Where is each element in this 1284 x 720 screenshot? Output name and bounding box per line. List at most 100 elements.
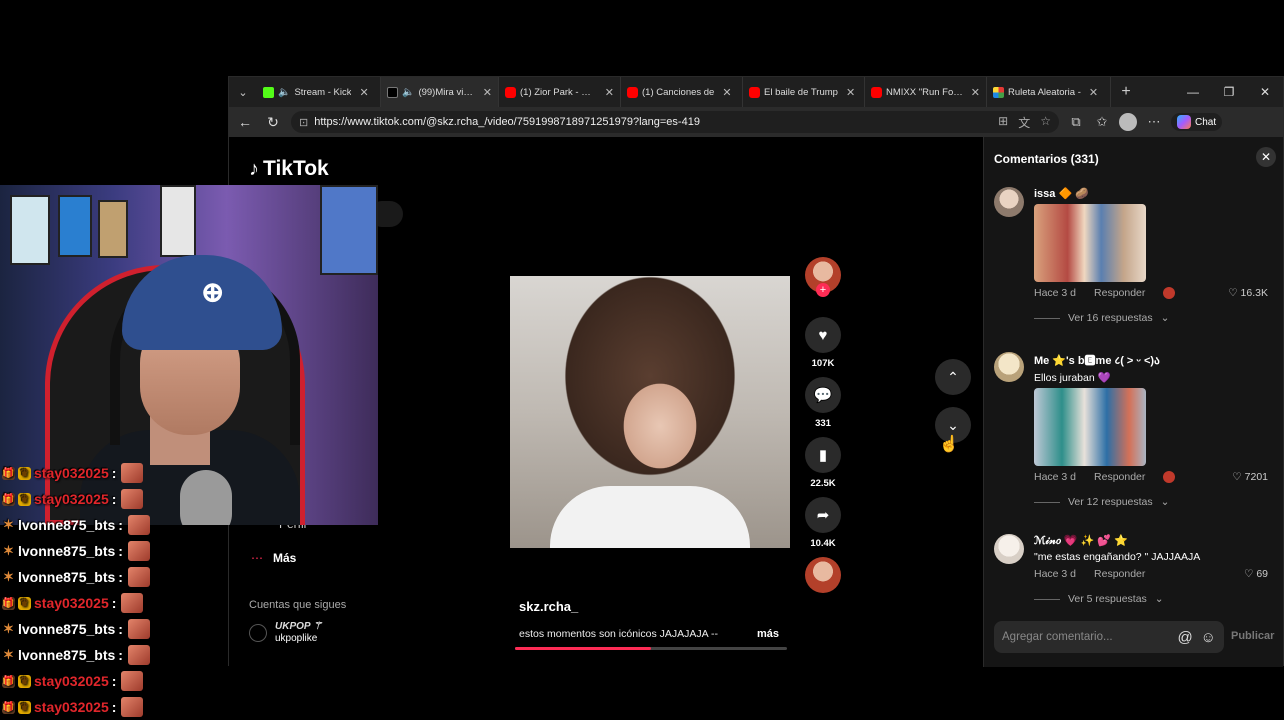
browser-tab[interactable]: NMIXX "Run For Ro ✕ [865, 77, 987, 107]
speaker-icon[interactable]: 🔈 [278, 87, 290, 98]
copilot-icon [1177, 115, 1191, 129]
new-tab-button[interactable]: + [1111, 83, 1141, 101]
site-info-icon[interactable]: ⊡ [299, 116, 308, 129]
profile-avatar[interactable] [1119, 113, 1137, 131]
close-tab-icon[interactable]: ✕ [359, 86, 368, 99]
browser-tab[interactable]: (1) Zior Park - KEEP ✕ [499, 77, 621, 107]
chat-username[interactable]: stay032025 [34, 595, 109, 611]
reply-button[interactable]: Responder [1094, 287, 1145, 299]
app-available-icon[interactable]: ⊞ [998, 114, 1008, 131]
chat-separator: : [111, 491, 117, 507]
comment-like-button[interactable]: ♡ 69 [1244, 568, 1268, 580]
bookmark-icon[interactable]: ▮ [805, 437, 841, 473]
share-arrow-icon[interactable]: ➦ [805, 497, 841, 533]
browser-tab-title: Stream - Kick [294, 86, 352, 98]
chat-username[interactable]: lvonne875_bts [18, 569, 115, 585]
commenter-avatar[interactable] [994, 352, 1024, 382]
tab-list-icon[interactable]: ⌄ [229, 77, 257, 107]
view-replies-button[interactable]: Ver 5 respuestas ⌄ [1034, 593, 1278, 605]
comment-image[interactable] [1034, 388, 1146, 466]
extensions-icon[interactable]: ⧉ [1067, 114, 1085, 130]
view-replies-button[interactable]: Ver 12 respuestas ⌄ [1034, 496, 1278, 508]
url-text: https://www.tiktok.com/@skz.rcha_/video/… [314, 116, 700, 128]
comment-action[interactable]: 💬 331 [804, 377, 842, 429]
sidebar-item-more[interactable]: ⋯ Más [251, 551, 296, 565]
chat-username[interactable]: lvonne875_bts [18, 543, 115, 559]
comment-bubble-icon[interactable]: 💬 [805, 377, 841, 413]
video-frame-detail [550, 486, 750, 548]
comment-username[interactable]: Me ⭐'s b🅴me ८( > ᵕ <)ა [1034, 352, 1278, 368]
reply-button[interactable]: Responder [1094, 471, 1145, 483]
like-count: 107K [811, 358, 835, 369]
chat-message: ✶ lvonne875_bts: [2, 564, 232, 590]
browser-tab[interactable]: Ruleta Aleatoria - ✕ [987, 77, 1111, 107]
chat-message: 🎁 ♛ stay032025: [2, 460, 232, 486]
close-tab-icon[interactable]: ✕ [483, 86, 492, 99]
favorites-icon[interactable]: ✩ [1093, 114, 1111, 130]
back-arrow-icon[interactable]: ← [235, 114, 255, 130]
like-action[interactable]: ♥ 107K [804, 317, 842, 369]
heart-icon[interactable]: ♥ [805, 317, 841, 353]
chat-username[interactable]: stay032025 [34, 491, 109, 507]
followed-account[interactable]: UKPOP ⚚ ukpoplike [249, 621, 322, 645]
video-author[interactable]: skz.rcha_ [519, 599, 578, 614]
close-tab-icon[interactable]: ✕ [605, 86, 614, 99]
view-replies-button[interactable]: Ver 16 respuestas ⌄ [1034, 312, 1278, 324]
browser-tab[interactable]: (1) Canciones de ✕ [621, 77, 743, 107]
url-field[interactable]: ⊡ https://www.tiktok.com/@skz.rcha_/vide… [291, 111, 1059, 133]
chat-separator: : [118, 647, 123, 663]
chat-username[interactable]: stay032025 [34, 699, 109, 715]
chat-emote-icon [121, 671, 144, 691]
chat-username[interactable]: lvonne875_bts [18, 647, 115, 663]
wall-poster [98, 200, 128, 258]
video-progress-bar[interactable] [515, 647, 787, 650]
publish-button[interactable]: Publicar [1231, 630, 1274, 642]
close-tab-icon[interactable]: ✕ [846, 86, 855, 99]
more-menu-icon[interactable]: ⋯ [1145, 114, 1163, 130]
previous-video-button[interactable]: ⌃ [935, 359, 971, 395]
refresh-icon[interactable]: ↻ [263, 114, 283, 131]
browser-tab[interactable]: 🔈 Stream - Kick ✕ [257, 77, 381, 107]
close-tab-icon[interactable]: ✕ [1089, 86, 1098, 99]
comment-username[interactable]: issa 🔶 🥔 [1034, 187, 1278, 200]
close-window-icon[interactable]: ✕ [1247, 77, 1283, 107]
comment-input[interactable]: Agregar comentario... @ ☺ [994, 621, 1224, 653]
video-progress-fill [515, 647, 651, 650]
chat-emote-icon [127, 541, 150, 561]
translate-icon[interactable]: 文 [1018, 114, 1030, 131]
commenter-avatar[interactable] [994, 534, 1024, 564]
tiktok-logo[interactable]: ♪ TikTok [249, 157, 329, 181]
comment-input-placeholder: Agregar comentario... [1002, 631, 1113, 643]
speaker-icon[interactable]: 🔈 [402, 87, 414, 98]
close-comments-icon[interactable]: ✕ [1256, 147, 1276, 167]
copilot-chat-button[interactable]: Chat [1171, 113, 1223, 131]
divider [1034, 598, 1060, 600]
video-player[interactable] [510, 276, 790, 548]
music-disc-button[interactable] [804, 557, 842, 593]
chat-username[interactable]: lvonne875_bts [18, 621, 115, 637]
share-action[interactable]: ➦ 10.4K [804, 497, 842, 549]
chat-username[interactable]: stay032025 [34, 465, 109, 481]
commenter-avatar[interactable] [994, 187, 1024, 217]
comment-image[interactable] [1034, 204, 1146, 282]
browser-tab[interactable]: El baile de Trump ✕ [743, 77, 865, 107]
save-action[interactable]: ▮ 22.5K [804, 437, 842, 489]
favorite-star-icon[interactable]: ☆ [1040, 114, 1051, 131]
comment-like-button[interactable]: ♡ 16.3K [1228, 287, 1268, 299]
comment-username[interactable]: ℳ𝒾𝓃𝑜 💗 ✨ 💕 ⭐ [1034, 534, 1278, 548]
follow-plus-icon[interactable]: + [816, 283, 830, 297]
share-count: 10.4K [810, 538, 836, 549]
caption-more-button[interactable]: más [757, 628, 779, 640]
creator-avatar-button[interactable]: + [804, 257, 842, 297]
close-tab-icon[interactable]: ✕ [971, 86, 980, 99]
emoji-icon[interactable]: ☺ [1201, 629, 1216, 646]
minimize-icon[interactable]: — [1175, 77, 1211, 107]
comment-like-button[interactable]: ♡ 7201 [1232, 471, 1268, 483]
reply-button[interactable]: Responder [1094, 568, 1145, 580]
close-tab-icon[interactable]: ✕ [722, 86, 731, 99]
chat-username[interactable]: stay032025 [34, 673, 109, 689]
chat-username[interactable]: lvonne875_bts [18, 517, 115, 533]
restore-icon[interactable]: ❐ [1211, 77, 1247, 107]
mention-icon[interactable]: @ [1177, 629, 1192, 646]
browser-tab[interactable]: 🔈 (99)Mira video ✕ [381, 77, 499, 107]
